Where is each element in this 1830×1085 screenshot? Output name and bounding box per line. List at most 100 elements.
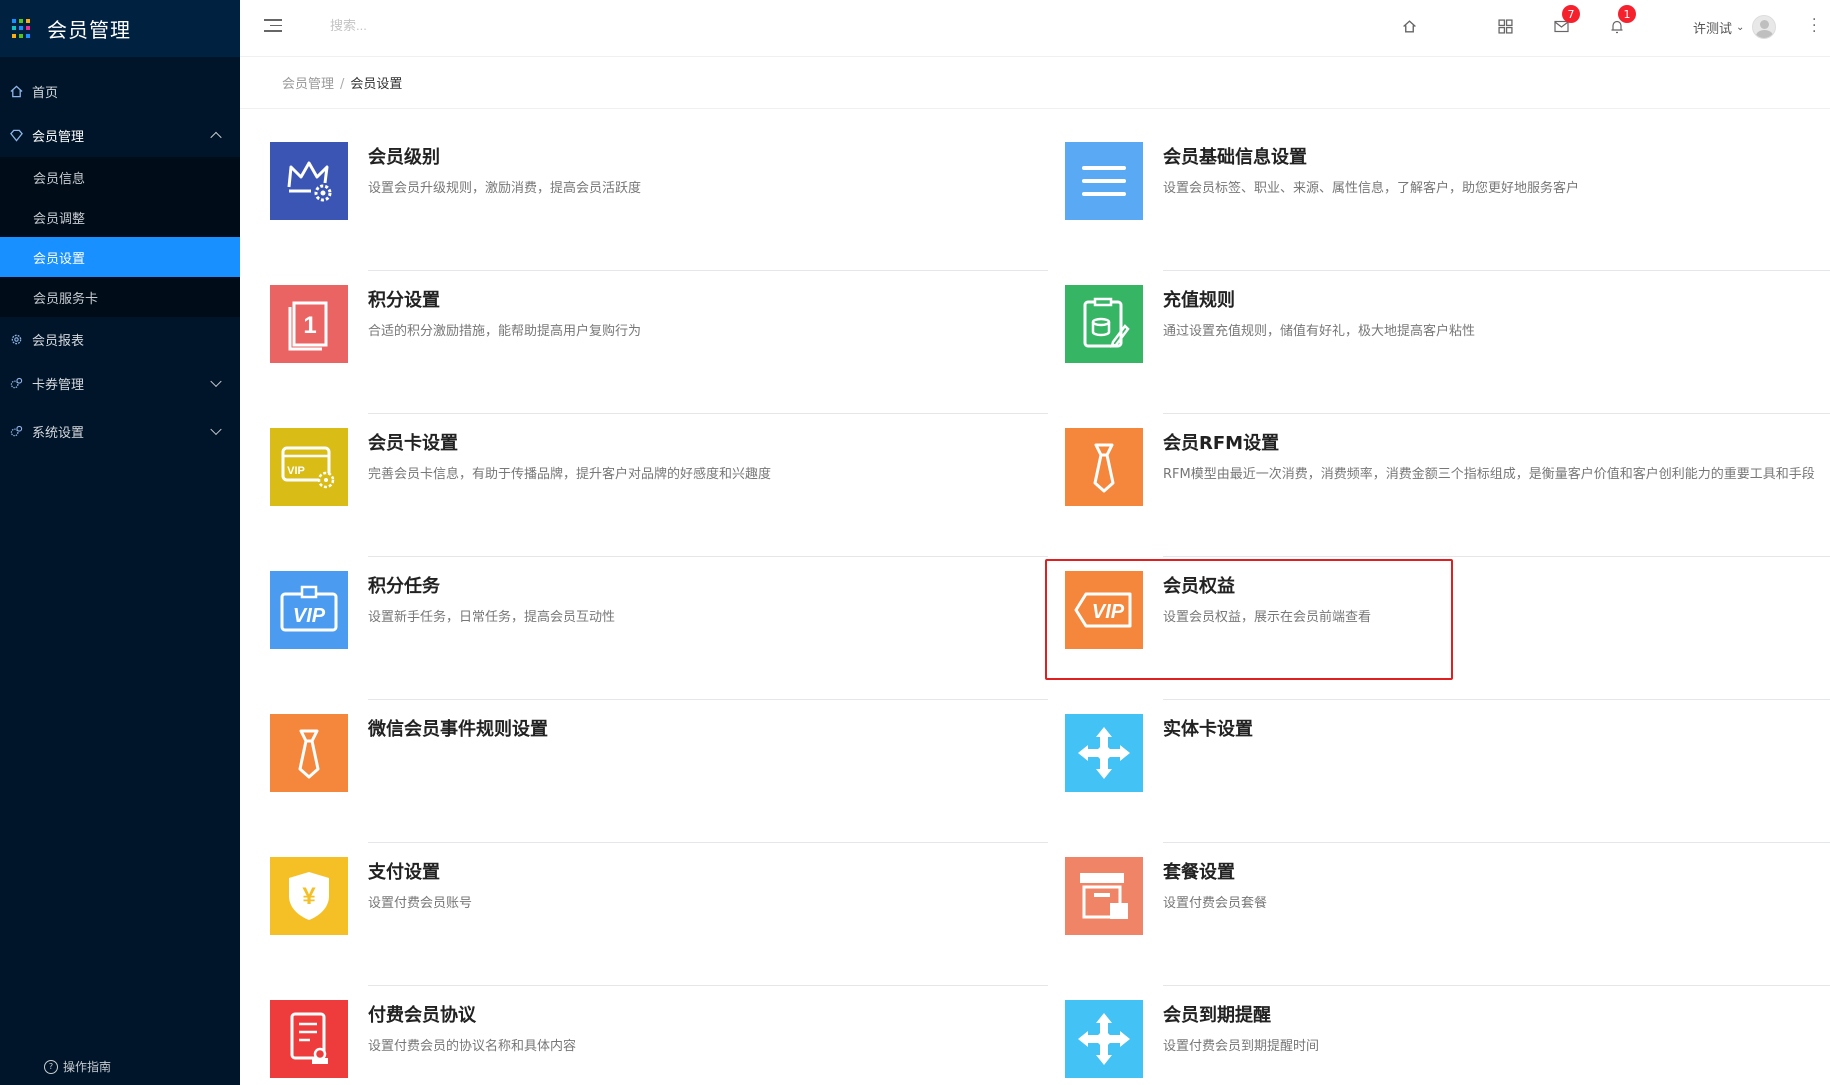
subitem-label: 会员调整 xyxy=(33,211,86,227)
apps-grid-icon[interactable] xyxy=(12,18,32,39)
card-title: 套餐设置 xyxy=(1163,862,1235,883)
card-points-tasks[interactable]: VIP 积分任务 设置新手任务，日常任务，提高会员互动性 xyxy=(270,557,1050,700)
guide-icon: ? xyxy=(44,1059,58,1074)
recharge-icon xyxy=(1065,285,1143,363)
sidebar-item-home[interactable]: 首页 xyxy=(0,69,240,113)
card-recharge-rules[interactable]: 充值规则 通过设置充值规则，储值有好礼，极大地提高客户粘性 xyxy=(1065,271,1830,414)
home-icon[interactable] xyxy=(1400,17,1418,35)
breadcrumb-parent[interactable]: 会员管理 xyxy=(282,77,334,92)
agreement-icon xyxy=(270,1000,348,1078)
sidebar-nav: 首页 会员管理 会员信息 会员调整 会员设置 会员服务卡 会员报表 卡券管理 系… xyxy=(0,57,240,453)
sidebar-item-label: 首页 xyxy=(32,85,59,101)
card-desc: 设置付费会员到期提醒时间 xyxy=(1163,1039,1320,1054)
chevron-down-icon: ⌄ xyxy=(1736,21,1745,33)
card-title: 实体卡设置 xyxy=(1163,719,1253,740)
guide-link[interactable]: ? 操作指南 xyxy=(44,1058,111,1075)
sidebar-item-member-management[interactable]: 会员管理 xyxy=(0,113,240,157)
card-title: 会员到期提醒 xyxy=(1163,1005,1271,1026)
card-title: 会员级别 xyxy=(368,147,440,168)
sidebar-item-coupon-management[interactable]: 卡券管理 xyxy=(0,361,240,405)
member-submenu: 会员信息 会员调整 会员设置 会员服务卡 xyxy=(0,157,240,317)
sidebar-item-system-settings[interactable]: 系统设置 xyxy=(0,409,240,453)
card-desc: 设置新手任务，日常任务，提高会员互动性 xyxy=(368,610,616,625)
card-physical-card-settings[interactable]: 实体卡设置 xyxy=(1065,700,1830,843)
top-header: 7 1 许测试 ⌄ ··· xyxy=(240,0,1830,57)
card-title: 付费会员协议 xyxy=(368,1005,476,1026)
tie-icon xyxy=(270,714,348,792)
bell-icon[interactable]: 1 xyxy=(1608,5,1636,35)
vip-card-icon: VIP xyxy=(270,428,348,506)
card-wechat-event-rules[interactable]: 微信会员事件规则设置 xyxy=(270,700,1050,843)
card-title: 积分任务 xyxy=(368,576,440,597)
card-desc: 通过设置充值规则，储值有好礼，极大地提高客户粘性 xyxy=(1163,324,1476,339)
mail-badge: 7 xyxy=(1562,5,1580,23)
sidebar-subitem-member-info[interactable]: 会员信息 xyxy=(0,157,240,197)
card-member-basic-info[interactable]: 会员基础信息设置 设置会员标签、职业、来源、属性信息，了解客户，助您更好地服务客… xyxy=(1065,128,1830,271)
card-desc: 设置付费会员账号 xyxy=(368,896,473,911)
points-icon: 1 xyxy=(270,285,348,363)
breadcrumb: 会员管理 / 会员设置 xyxy=(282,73,402,92)
sidebar-item-label: 卡券管理 xyxy=(32,377,85,393)
card-member-level[interactable]: 会员级别 设置会员升级规则，激励消费，提高会员活跃度 xyxy=(270,128,1050,271)
card-payment-settings[interactable]: ¥ 支付设置 设置付费会员账号 xyxy=(270,843,1050,986)
notification-badge: 1 xyxy=(1618,5,1636,23)
sidebar-item-member-report[interactable]: 会员报表 xyxy=(0,317,240,361)
more-vertical-icon[interactable]: · · · xyxy=(1812,13,1816,39)
card-member-card-settings[interactable]: VIP 会员卡设置 完善会员卡信息，有助于传播品牌，提升客户对品牌的好感度和兴趣… xyxy=(270,414,1050,557)
chevron-up-icon xyxy=(210,131,222,144)
gears-icon xyxy=(9,424,23,438)
avatar[interactable] xyxy=(1752,15,1777,39)
user-name: 许测试 xyxy=(1693,21,1733,37)
vip-badge-icon: VIP xyxy=(270,571,348,649)
package-icon xyxy=(1065,857,1143,935)
card-member-expiry-reminder[interactable]: 会员到期提醒 设置付费会员到期提醒时间 xyxy=(1065,986,1830,1085)
sidebar-item-label: 会员报表 xyxy=(32,333,85,349)
sidebar-subitem-service-card[interactable]: 会员服务卡 xyxy=(0,277,240,317)
menu-fold-icon[interactable] xyxy=(264,19,282,33)
card-desc: 设置付费会员套餐 xyxy=(1163,896,1268,911)
sidebar-subitem-member-settings[interactable]: 会员设置 xyxy=(0,237,240,277)
yuan-shield-icon: ¥ xyxy=(270,857,348,935)
subitem-label: 会员信息 xyxy=(33,171,86,187)
move-icon xyxy=(1065,1000,1143,1078)
sidebar-subitem-member-adjust[interactable]: 会员调整 xyxy=(0,197,240,237)
diamond-icon xyxy=(9,128,23,142)
svg-text:VIP: VIP xyxy=(287,465,305,477)
card-points-settings[interactable]: 1 积分设置 合适的积分激励措施，能帮助提高用户复购行为 xyxy=(270,271,1050,414)
subitem-label: 会员设置 xyxy=(33,251,86,267)
card-title: 支付设置 xyxy=(368,862,440,883)
subitem-label: 会员服务卡 xyxy=(33,291,99,307)
home-icon xyxy=(9,84,23,98)
card-title: 会员基础信息设置 xyxy=(1163,147,1307,168)
breadcrumb-current: 会员设置 xyxy=(350,77,403,92)
card-desc: 设置会员升级规则，激励消费，提高会员活跃度 xyxy=(368,181,642,196)
breadcrumb-divider xyxy=(240,108,1830,109)
grid-icon[interactable] xyxy=(1496,17,1514,35)
breadcrumb-separator: / xyxy=(340,77,345,92)
chevron-down-icon xyxy=(210,423,222,436)
sidebar-item-label: 会员管理 xyxy=(32,129,85,145)
card-desc: 合适的积分激励措施，能帮助提高用户复购行为 xyxy=(368,324,642,339)
card-paid-member-agreement[interactable]: 付费会员协议 设置付费会员的协议名称和具体内容 xyxy=(270,986,1050,1085)
svg-text:1: 1 xyxy=(303,312,316,339)
sidebar: 会员管理 首页 会员管理 会员信息 会员调整 会员设置 会员服务卡 会员报表 卡… xyxy=(0,0,240,1085)
crown-gear-icon xyxy=(270,142,348,220)
card-title: 积分设置 xyxy=(368,290,440,311)
card-package-settings[interactable]: 套餐设置 设置付费会员套餐 xyxy=(1065,843,1830,986)
guide-label: 操作指南 xyxy=(63,1060,112,1074)
card-member-rfm-settings[interactable]: 会员RFM设置 RFM模型由最近一次消费，消费频率，消费金额三个指标组成，是衡量… xyxy=(1065,414,1830,557)
card-desc: 设置会员标签、职业、来源、属性信息，了解客户，助您更好地服务客户 xyxy=(1163,181,1580,196)
card-desc: 设置付费会员的协议名称和具体内容 xyxy=(368,1039,577,1054)
search-input[interactable] xyxy=(330,18,530,33)
app-title: 会员管理 xyxy=(47,18,131,42)
svg-text:VIP: VIP xyxy=(293,605,326,627)
brand: 会员管理 xyxy=(0,0,240,57)
card-desc: 完善会员卡信息，有助于传播品牌，提升客户对品牌的好感度和兴趣度 xyxy=(368,467,772,482)
list-icon xyxy=(1065,142,1143,220)
card-desc: RFM模型由最近一次消费，消费频率，消费金额三个指标组成，是衡量客户价值和客户创… xyxy=(1163,467,1815,482)
chevron-down-icon xyxy=(210,375,222,388)
mail-icon[interactable]: 7 xyxy=(1552,5,1580,35)
card-title: 充值规则 xyxy=(1163,290,1235,311)
sidebar-item-label: 系统设置 xyxy=(32,425,85,441)
user-menu[interactable]: 许测试 ⌄ xyxy=(1693,15,1777,39)
